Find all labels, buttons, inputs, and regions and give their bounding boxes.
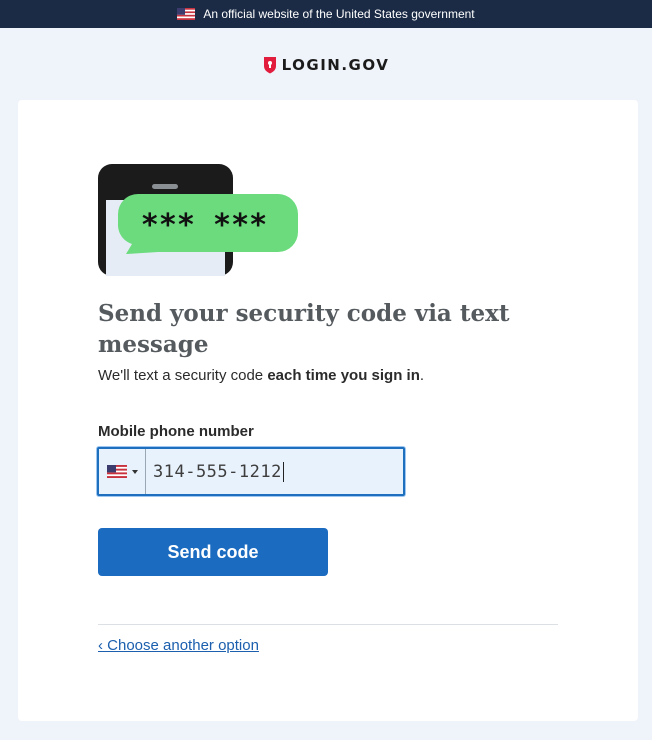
divider <box>98 624 558 625</box>
chevron-down-icon <box>131 469 138 474</box>
description-bold: each time you sign in <box>267 367 420 384</box>
bubble-text: *** *** <box>141 208 267 243</box>
text-cursor <box>282 461 284 482</box>
phone-field-label: Mobile phone number <box>98 423 254 440</box>
country-code-select[interactable] <box>99 449 146 494</box>
us-flag-icon <box>106 465 127 478</box>
phone-number-input[interactable]: 314-555-1212 <box>146 449 403 494</box>
gov-banner-text: An official website of the United States… <box>203 7 475 21</box>
phone-speaker <box>152 184 178 189</box>
login-gov-logo[interactable]: LOGIN.GOV <box>0 50 652 80</box>
main-card: *** *** Send your security code via text… <box>18 100 638 721</box>
phone-message-illustration: *** *** <box>98 164 298 276</box>
us-flag-icon <box>177 8 196 20</box>
gov-banner: An official website of the United States… <box>0 0 652 28</box>
logo-text: LOGIN.GOV <box>281 56 390 74</box>
phone-number-field: 314-555-1212 <box>97 447 405 496</box>
page-title: Send your security code via text message <box>98 300 510 358</box>
shield-logo-icon <box>263 57 276 74</box>
description-suffix: . <box>419 367 425 384</box>
choose-another-option-link[interactable]: ‹ Choose another option <box>98 637 259 654</box>
phone-number-value: 314-555-1212 <box>153 461 282 482</box>
description-prefix: We'll text a security code <box>98 367 268 384</box>
send-code-button[interactable]: Send code <box>98 528 328 576</box>
page-description: We'll text a security code each time you… <box>98 367 424 384</box>
